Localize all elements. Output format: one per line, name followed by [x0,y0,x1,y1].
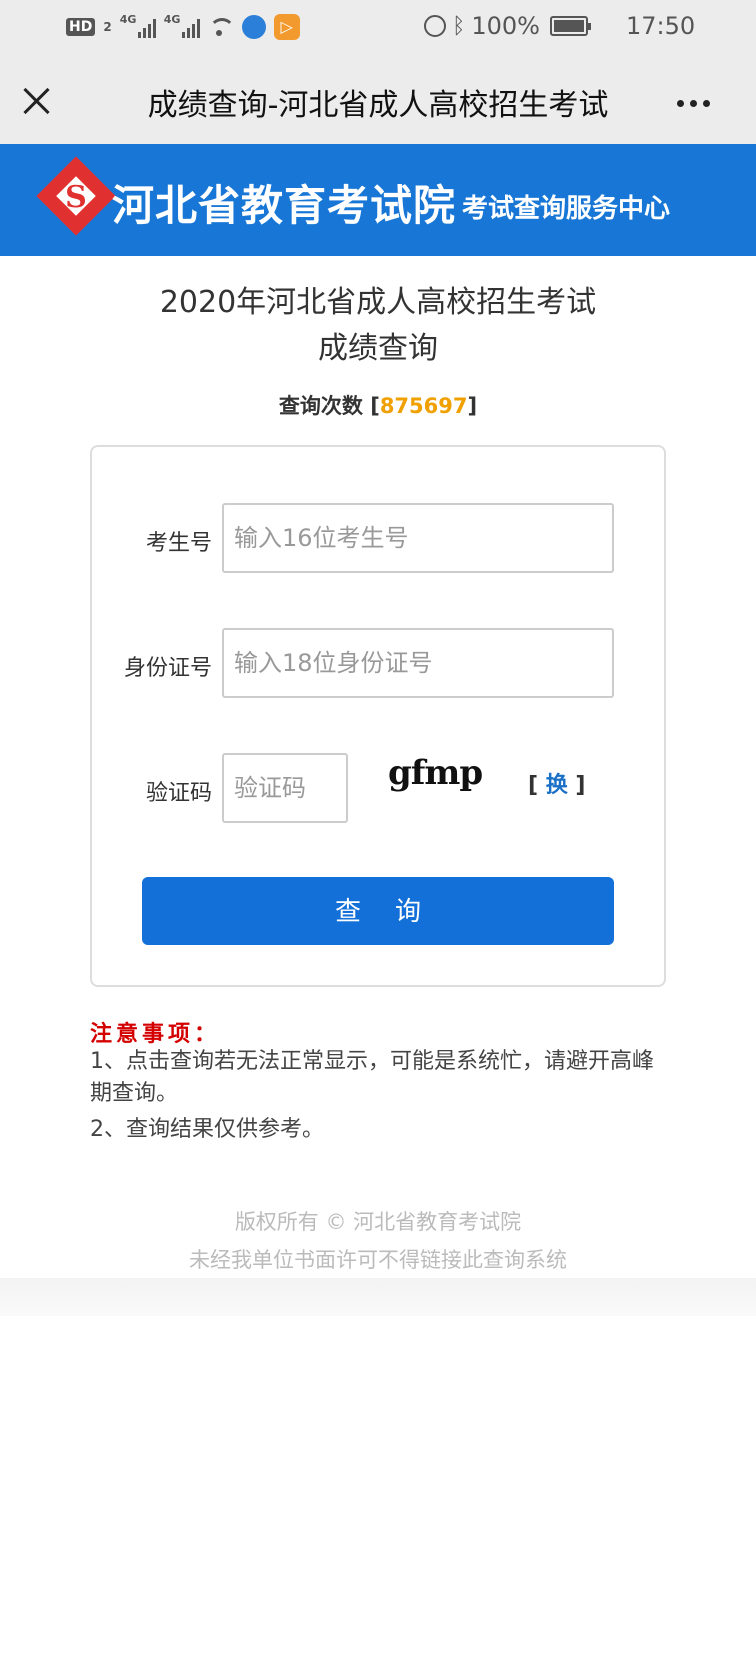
notes-title: 注意事项： [90,1022,221,1047]
wifi-icon [208,16,235,38]
banner-org-name: 河北省教育考试院 [112,181,457,230]
site-banner: S 河北省教育考试院 考试查询服务中心 [0,144,756,256]
note-item: 1、点击查询若无法正常显示，可能是系统忙，请避开高峰期查询。 [90,1049,654,1106]
exam-id-label: 考生号 [145,531,212,556]
counter-end: ] [467,394,478,418]
exam-id-input[interactable] [222,503,614,573]
status-left: HD 2 4G 4G ▷ [66,13,300,40]
captcha-input[interactable] [222,753,348,823]
status-right: ᛒ 100% [424,12,591,40]
app-notification-icon [241,15,266,39]
counter-label: 查询次数 [ [278,394,380,418]
refresh-label[interactable]: 换 [546,773,568,798]
hd-sim-label: 2 [103,20,112,34]
video-app-notification-icon: ▷ [273,14,300,40]
status-bar: HD 2 4G 4G ▷ ᛒ 100% 17:50 [0,0,756,56]
page-title: 成绩查询-河北省成人高校招生考试 [147,88,609,123]
signal-icon-sim2: 4G [164,13,200,38]
id-card-input[interactable] [222,628,614,698]
captcha-refresh-link[interactable]: [ 换 ] [528,767,585,799]
id-card-label: 身份证号 [123,656,212,681]
status-time: 17:50 [626,12,696,40]
bluetooth-icon: ᛒ [452,13,466,39]
logo-glyph: S [65,180,87,215]
counter-value: 875697 [379,394,468,418]
footer-notice: 未经我单位书面许可不得链接此查询系统 [189,1248,567,1272]
alarm-icon [424,15,447,37]
note-item: 2、查询结果仅供参考。 [90,1117,324,1142]
refresh-close-bracket: ] [567,773,586,798]
captcha-label: 验证码 [145,781,212,806]
nav-bar: 成绩查询-河北省成人高校招生考试 [0,56,756,144]
exam-title: 2020年河北省成人高校招生考试 成绩查询 [0,280,756,372]
battery-icon [550,16,591,36]
footer-copyright: 版权所有 © 河北省教育考试院 [234,1210,522,1234]
more-options-icon[interactable] [677,100,710,107]
banner-subtitle: 考试查询服务中心 [462,194,671,224]
query-button[interactable]: 查询 [142,877,614,945]
close-icon[interactable] [22,86,52,116]
signal-icon-sim1: 4G [120,13,156,38]
footer-band [0,1278,756,1316]
refresh-open-bracket: [ [528,773,546,798]
hd-voice-icon: HD [66,18,96,36]
exam-title-line2: 成绩查询 [318,331,438,366]
captcha-image[interactable]: gfmp [388,753,498,799]
query-counter: 查询次数 [875697] [0,390,756,420]
query-form: 考生号 身份证号 验证码 gfmp [ 换 ] 查询 [90,445,666,987]
battery-percent: 100% [471,12,540,40]
exam-title-line1: 2020年河北省成人高校招生考试 [159,285,597,320]
